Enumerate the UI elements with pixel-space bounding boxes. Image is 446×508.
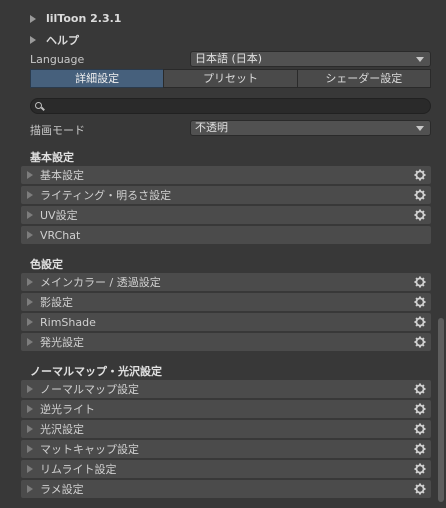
foldout-basic-settings[interactable]: 基本設定 [21, 166, 431, 184]
foldout-uv-settings[interactable]: UV設定 [21, 206, 431, 224]
foldout-arrow-icon [27, 211, 33, 219]
foldout-label: 光沢設定 [40, 423, 84, 436]
search-input[interactable] [30, 98, 431, 114]
gear-icon[interactable] [414, 189, 426, 201]
foldout-arrow-icon [27, 231, 33, 239]
foldout-label: 発光設定 [40, 336, 84, 349]
gear-icon[interactable] [414, 169, 426, 181]
dropdown-arrow-icon [416, 126, 424, 131]
dropdown-arrow-icon [416, 57, 424, 62]
version-label: lilToon 2.3.1 [46, 12, 122, 25]
gear-icon[interactable] [414, 463, 426, 475]
tab-bar: 詳細設定 プリセット シェーダー設定 [30, 69, 431, 88]
language-dropdown[interactable]: 日本語 (日本) [190, 51, 431, 67]
foldout-arrow-icon [30, 36, 36, 44]
tab-advanced-settings[interactable]: 詳細設定 [30, 69, 165, 88]
gear-icon[interactable] [414, 276, 426, 288]
help-label: ヘルプ [46, 34, 79, 47]
foldout-emission[interactable]: 発光設定 [21, 333, 431, 351]
foldout-label: 逆光ライト [40, 403, 95, 416]
render-mode-label: 描画モード [30, 124, 85, 137]
foldout-glitter[interactable]: ラメ設定 [21, 480, 431, 498]
vertical-scrollbar[interactable] [438, 318, 444, 502]
section-title-basic: 基本設定 [30, 151, 74, 164]
foldout-arrow-icon [27, 465, 33, 473]
gear-icon[interactable] [414, 423, 426, 435]
foldout-matcap[interactable]: マットキャップ設定 [21, 440, 431, 458]
foldout-arrow-icon [27, 171, 33, 179]
gear-icon[interactable] [414, 336, 426, 348]
foldout-label: RimShade [40, 315, 96, 329]
foldout-label: メインカラー / 透過設定 [40, 276, 161, 289]
foldout-normal-map[interactable]: ノーマルマップ設定 [21, 380, 431, 398]
language-label: Language [30, 53, 85, 66]
foldout-arrow-icon [27, 405, 33, 413]
foldout-gloss[interactable]: 光沢設定 [21, 420, 431, 438]
foldout-vrchat[interactable]: VRChat [21, 226, 431, 244]
gear-icon[interactable] [414, 443, 426, 455]
foldout-arrow-icon [27, 191, 33, 199]
render-mode-dropdown[interactable]: 不透明 [190, 120, 431, 136]
foldout-arrow-icon [27, 318, 33, 326]
gear-icon[interactable] [414, 483, 426, 495]
foldout-arrow-icon [27, 278, 33, 286]
foldout-label: リムライト設定 [40, 463, 117, 476]
foldout-backlight[interactable]: 逆光ライト [21, 400, 431, 418]
foldout-arrow-icon [27, 485, 33, 493]
foldout-arrow-icon [27, 298, 33, 306]
foldout-label: UV設定 [40, 209, 78, 222]
foldout-arrow-icon [27, 338, 33, 346]
gear-icon[interactable] [414, 383, 426, 395]
search-icon [35, 102, 42, 109]
gear-icon[interactable] [414, 209, 426, 221]
language-value: 日本語 (日本) [195, 52, 263, 65]
foldout-label: ラメ設定 [40, 483, 84, 496]
foldout-label: マットキャップ設定 [40, 443, 139, 456]
version-foldout[interactable]: lilToon 2.3.1 [30, 12, 121, 25]
foldout-arrow-icon [27, 385, 33, 393]
help-foldout[interactable]: ヘルプ [30, 32, 79, 48]
foldout-label: 影設定 [40, 296, 73, 309]
foldout-label: VRChat [40, 228, 81, 242]
gear-icon[interactable] [414, 316, 426, 328]
foldout-label: ノーマルマップ設定 [40, 383, 139, 396]
foldout-label: ライティング・明るさ設定 [40, 189, 172, 202]
foldout-lighting-settings[interactable]: ライティング・明るさ設定 [21, 186, 431, 204]
tab-shader-settings[interactable]: シェーダー設定 [296, 69, 431, 88]
foldout-rimshade[interactable]: RimShade [21, 313, 431, 331]
foldout-main-color[interactable]: メインカラー / 透過設定 [21, 273, 431, 291]
foldout-arrow-icon [27, 445, 33, 453]
foldout-shadow[interactable]: 影設定 [21, 293, 431, 311]
section-title-normal-gloss: ノーマルマップ・光沢設定 [30, 365, 162, 378]
gear-icon[interactable] [414, 403, 426, 415]
render-mode-value: 不透明 [195, 121, 228, 134]
foldout-rimlight[interactable]: リムライト設定 [21, 460, 431, 478]
tab-presets[interactable]: プリセット [163, 69, 298, 88]
foldout-arrow-icon [30, 14, 36, 23]
section-title-color: 色設定 [30, 258, 63, 271]
foldout-label: 基本設定 [40, 169, 84, 182]
foldout-arrow-icon [27, 425, 33, 433]
gear-icon[interactable] [414, 296, 426, 308]
